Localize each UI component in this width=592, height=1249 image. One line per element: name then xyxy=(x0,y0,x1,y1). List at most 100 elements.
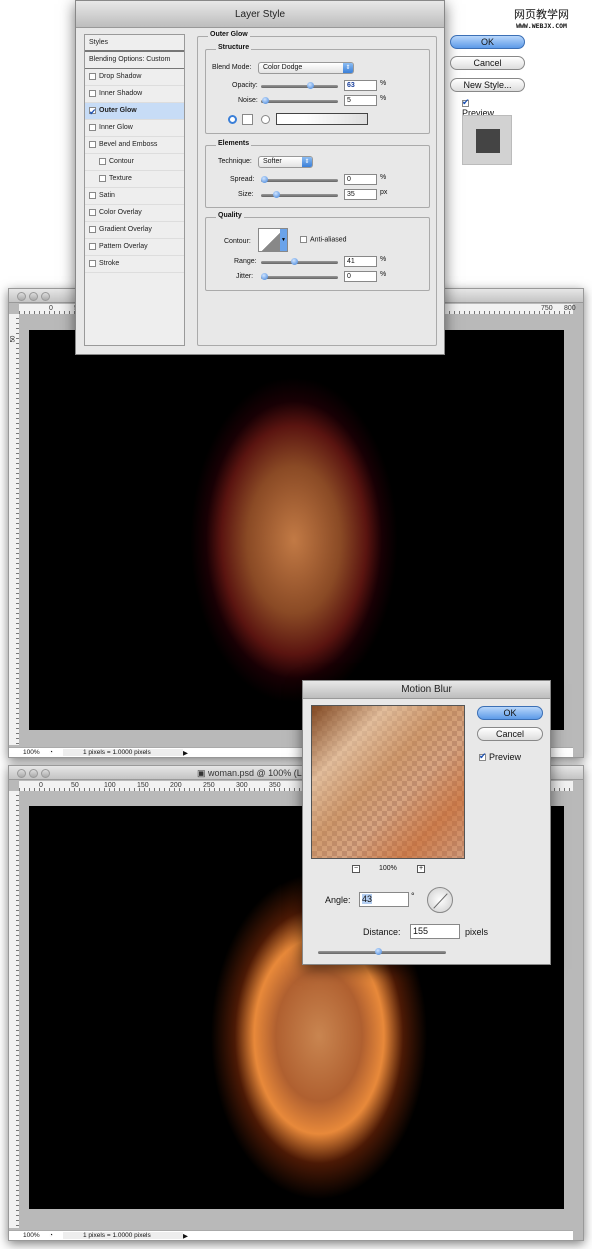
gradient-picker[interactable] xyxy=(276,113,368,125)
status-icon[interactable]: ◔ xyxy=(49,749,63,756)
slider-knob[interactable] xyxy=(261,176,268,183)
minimize-button[interactable] xyxy=(29,769,38,778)
sidebar-item-inner-shadow[interactable]: Inner Shadow xyxy=(85,86,184,103)
checkbox[interactable] xyxy=(89,208,96,216)
noise-input[interactable]: 5 xyxy=(344,95,377,106)
jitter-slider[interactable] xyxy=(261,273,338,280)
outer-glow-panel: Outer Glow Structure Blend Mode: Color D… xyxy=(197,31,437,346)
blur-preview[interactable] xyxy=(311,705,465,859)
size-input[interactable]: 35 xyxy=(344,189,377,200)
opacity-slider[interactable] xyxy=(261,82,338,89)
new-style-button[interactable]: New Style... xyxy=(450,78,525,92)
checkbox[interactable] xyxy=(479,751,487,762)
checkbox[interactable] xyxy=(89,123,96,131)
sidebar-item-bevel-emboss[interactable]: Bevel and Emboss xyxy=(85,137,184,154)
gradient-radio[interactable] xyxy=(261,115,270,124)
minimize-button[interactable] xyxy=(29,292,38,301)
checkbox[interactable] xyxy=(89,225,96,233)
watermark: 网页教学网 WWW.WEBJX.COM xyxy=(514,6,569,30)
checkbox[interactable] xyxy=(300,236,307,243)
range-input[interactable]: 41 xyxy=(344,256,377,267)
ok-button[interactable]: OK xyxy=(450,35,525,49)
cancel-button[interactable]: Cancel xyxy=(450,56,525,70)
checkbox[interactable] xyxy=(89,72,96,80)
distance-input[interactable]: 155 xyxy=(410,924,460,939)
sidebar-item-drop-shadow[interactable]: Drop Shadow xyxy=(85,69,184,86)
checkbox[interactable] xyxy=(89,242,96,250)
anti-aliased-checkbox[interactable]: Anti-aliased xyxy=(300,236,347,243)
close-button[interactable] xyxy=(17,292,26,301)
sidebar-item-styles[interactable]: Styles xyxy=(85,35,184,52)
slider-knob[interactable] xyxy=(375,948,382,955)
sidebar-item-outer-glow[interactable]: Outer Glow xyxy=(85,103,184,120)
checkbox[interactable] xyxy=(99,157,106,165)
slider-knob[interactable] xyxy=(291,258,298,265)
zoom-out-button[interactable]: − xyxy=(352,865,360,873)
zoom-level[interactable]: 100% xyxy=(9,1232,49,1239)
technique-select[interactable]: Softer ⇕ xyxy=(258,156,313,168)
sidebar-item-gradient-overlay[interactable]: Gradient Overlay xyxy=(85,222,184,239)
jitter-input[interactable]: 0 xyxy=(344,271,377,282)
status-arrow-icon[interactable]: ▶ xyxy=(183,749,188,757)
checkbox[interactable] xyxy=(89,191,96,199)
spread-slider[interactable] xyxy=(261,176,338,183)
status-icon[interactable]: ◔ xyxy=(49,1232,63,1239)
contour-picker[interactable]: ▼ xyxy=(258,228,288,252)
zoom-button[interactable] xyxy=(41,769,50,778)
styles-sidebar: Styles Blending Options: Custom Drop Sha… xyxy=(84,34,185,346)
blend-mode-select[interactable]: Color Dodge ⇕ xyxy=(258,62,354,74)
document-title: ▣ woman.psd @ 100% (L xyxy=(197,768,302,779)
spread-input[interactable]: 0 xyxy=(344,174,377,185)
cancel-button[interactable]: Cancel xyxy=(477,727,543,741)
sidebar-item-texture[interactable]: Texture xyxy=(85,171,184,188)
distance-slider[interactable] xyxy=(318,948,446,955)
sidebar-item-label: Inner Shadow xyxy=(99,90,143,97)
angle-value: 43 xyxy=(362,894,373,904)
jitter-unit: % xyxy=(380,271,387,278)
sidebar-item-pattern-overlay[interactable]: Pattern Overlay xyxy=(85,239,184,256)
checkbox[interactable] xyxy=(99,174,106,182)
size-slider[interactable] xyxy=(261,191,338,198)
solid-color-radio[interactable] xyxy=(228,115,237,124)
preview-checkbox[interactable]: Preview xyxy=(479,751,521,762)
sidebar-item-inner-glow[interactable]: Inner Glow xyxy=(85,120,184,137)
slider-knob[interactable] xyxy=(307,82,314,89)
image-canvas[interactable] xyxy=(29,330,564,730)
sidebar-item-stroke[interactable]: Stroke xyxy=(85,256,184,273)
status-arrow-icon[interactable]: ▶ xyxy=(183,1232,188,1240)
group-title: Elements xyxy=(216,140,252,147)
slider-knob[interactable] xyxy=(261,273,268,280)
checkbox[interactable] xyxy=(462,97,470,108)
watermark-url: WWW.WEBJX.COM xyxy=(516,22,567,30)
distance-unit: pixels xyxy=(465,927,489,937)
sidebar-item-label: Satin xyxy=(99,192,115,199)
noise-slider[interactable] xyxy=(261,97,338,104)
sidebar-item-satin[interactable]: Satin xyxy=(85,188,184,205)
sidebar-item-label: Stroke xyxy=(99,260,120,267)
ok-button[interactable]: OK xyxy=(477,706,543,720)
zoom-in-button[interactable]: + xyxy=(417,865,425,873)
sidebar-item-contour[interactable]: Contour xyxy=(85,154,184,171)
opacity-label: Opacity: xyxy=(232,82,258,89)
zoom-level[interactable]: 100% xyxy=(9,749,49,756)
ruler-label: 50 xyxy=(71,782,79,789)
color-swatch[interactable] xyxy=(242,114,253,125)
checkbox[interactable] xyxy=(89,89,96,97)
checkbox[interactable] xyxy=(89,259,96,267)
blurred-image xyxy=(312,706,464,858)
slider-knob[interactable] xyxy=(262,97,269,104)
angle-input[interactable]: 43 xyxy=(359,892,409,907)
angle-dial[interactable] xyxy=(427,887,453,913)
sidebar-item-color-overlay[interactable]: Color Overlay xyxy=(85,205,184,222)
sidebar-item-blending-options[interactable]: Blending Options: Custom xyxy=(85,52,184,69)
jitter-label: Jitter: xyxy=(236,273,254,280)
status-text: 1 pixels = 1.0000 pixels xyxy=(63,749,183,756)
zoom-button[interactable] xyxy=(41,292,50,301)
checkbox[interactable] xyxy=(89,104,97,120)
opacity-input[interactable]: 63 xyxy=(344,80,377,91)
checkbox[interactable] xyxy=(89,140,96,148)
slider-knob[interactable] xyxy=(273,191,280,198)
close-button[interactable] xyxy=(17,769,26,778)
range-slider[interactable] xyxy=(261,258,338,265)
vertical-ruler: 50 xyxy=(9,314,19,745)
